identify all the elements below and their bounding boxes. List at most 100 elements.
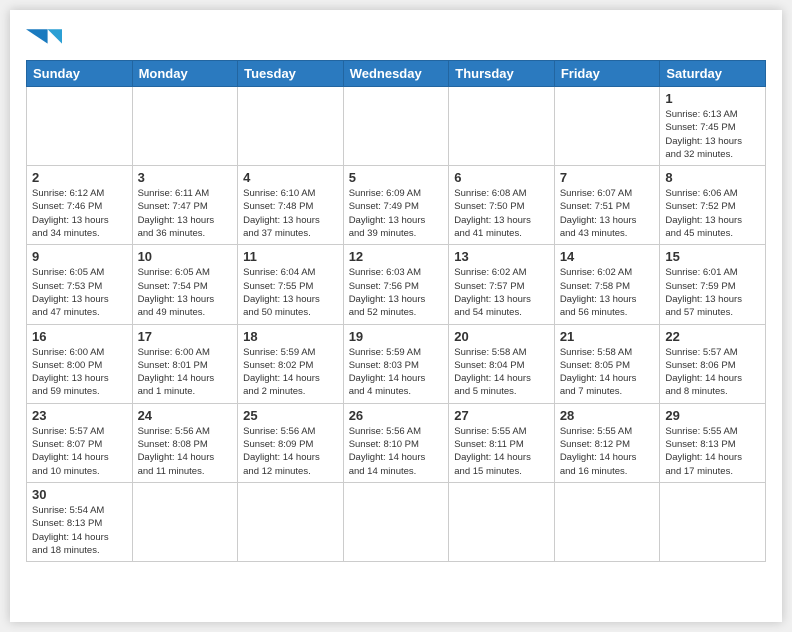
weekday-header-tuesday: Tuesday bbox=[238, 61, 344, 87]
day-number: 29 bbox=[665, 408, 760, 423]
calendar-container: SundayMondayTuesdayWednesdayThursdayFrid… bbox=[10, 10, 782, 622]
day-number: 21 bbox=[560, 329, 655, 344]
day-info: Sunrise: 6:08 AM Sunset: 7:50 PM Dayligh… bbox=[454, 187, 549, 240]
day-number: 23 bbox=[32, 408, 127, 423]
weekday-header-thursday: Thursday bbox=[449, 61, 555, 87]
day-cell: 18 Sunrise: 5:59 AM Sunset: 8:02 PM Dayli… bbox=[238, 324, 344, 403]
week-row-3: 16 Sunrise: 6:00 AM Sunset: 8:00 PM Dayli… bbox=[27, 324, 766, 403]
day-info: Sunrise: 6:12 AM Sunset: 7:46 PM Dayligh… bbox=[32, 187, 127, 240]
day-number: 3 bbox=[138, 170, 233, 185]
day-cell: 11 Sunrise: 6:04 AM Sunset: 7:55 PM Dayli… bbox=[238, 245, 344, 324]
day-cell: 28 Sunrise: 5:55 AM Sunset: 8:12 PM Dayli… bbox=[554, 403, 660, 482]
day-number: 1 bbox=[665, 91, 760, 106]
week-row-2: 9 Sunrise: 6:05 AM Sunset: 7:53 PM Daylig… bbox=[27, 245, 766, 324]
day-cell: 13Sunrise: 6:02 AM Sunset: 7:57 PM Dayli… bbox=[449, 245, 555, 324]
day-info: Sunrise: 6:05 AM Sunset: 7:54 PM Dayligh… bbox=[138, 266, 233, 319]
day-info: Sunrise: 5:56 AM Sunset: 8:09 PM Dayligh… bbox=[243, 425, 338, 478]
day-cell: 20 Sunrise: 5:58 AM Sunset: 8:04 PM Dayli… bbox=[449, 324, 555, 403]
day-number: 22 bbox=[665, 329, 760, 344]
day-cell bbox=[132, 482, 238, 561]
weekday-header-friday: Friday bbox=[554, 61, 660, 87]
day-cell: 4 Sunrise: 6:10 AM Sunset: 7:48 PM Daylig… bbox=[238, 166, 344, 245]
day-cell: 9 Sunrise: 6:05 AM Sunset: 7:53 PM Daylig… bbox=[27, 245, 133, 324]
day-number: 19 bbox=[349, 329, 444, 344]
day-info: Sunrise: 5:54 AM Sunset: 8:13 PM Dayligh… bbox=[32, 504, 127, 557]
day-cell: 7Sunrise: 6:07 AM Sunset: 7:51 PM Daylig… bbox=[554, 166, 660, 245]
day-cell bbox=[449, 482, 555, 561]
day-cell: 24 Sunrise: 5:56 AM Sunset: 8:08 PM Dayli… bbox=[132, 403, 238, 482]
day-info: Sunrise: 6:01 AM Sunset: 7:59 PM Dayligh… bbox=[665, 266, 760, 319]
day-number: 24 bbox=[138, 408, 233, 423]
day-info: Sunrise: 6:05 AM Sunset: 7:53 PM Dayligh… bbox=[32, 266, 127, 319]
day-number: 9 bbox=[32, 249, 127, 264]
week-row-5: 30 Sunrise: 5:54 AM Sunset: 8:13 PM Dayli… bbox=[27, 482, 766, 561]
day-cell: 30 Sunrise: 5:54 AM Sunset: 8:13 PM Dayli… bbox=[27, 482, 133, 561]
day-number: 5 bbox=[349, 170, 444, 185]
day-cell: 2 Sunrise: 6:12 AM Sunset: 7:46 PM Daylig… bbox=[27, 166, 133, 245]
day-cell: 27 Sunrise: 5:55 AM Sunset: 8:11 PM Dayli… bbox=[449, 403, 555, 482]
day-cell: 19 Sunrise: 5:59 AM Sunset: 8:03 PM Dayli… bbox=[343, 324, 449, 403]
day-info: Sunrise: 5:59 AM Sunset: 8:02 PM Dayligh… bbox=[243, 346, 338, 399]
day-info: Sunrise: 5:55 AM Sunset: 8:11 PM Dayligh… bbox=[454, 425, 549, 478]
day-info: Sunrise: 5:55 AM Sunset: 8:13 PM Dayligh… bbox=[665, 425, 760, 478]
weekday-header-saturday: Saturday bbox=[660, 61, 766, 87]
day-info: Sunrise: 6:11 AM Sunset: 7:47 PM Dayligh… bbox=[138, 187, 233, 240]
day-info: Sunrise: 6:06 AM Sunset: 7:52 PM Dayligh… bbox=[665, 187, 760, 240]
weekday-header-monday: Monday bbox=[132, 61, 238, 87]
day-number: 26 bbox=[349, 408, 444, 423]
day-cell: 14 Sunrise: 6:02 AM Sunset: 7:58 PM Dayli… bbox=[554, 245, 660, 324]
day-cell: 22 Sunrise: 5:57 AM Sunset: 8:06 PM Dayli… bbox=[660, 324, 766, 403]
day-info: Sunrise: 6:10 AM Sunset: 7:48 PM Dayligh… bbox=[243, 187, 338, 240]
day-info: Sunrise: 5:58 AM Sunset: 8:04 PM Dayligh… bbox=[454, 346, 549, 399]
day-number: 8 bbox=[665, 170, 760, 185]
day-number: 28 bbox=[560, 408, 655, 423]
day-cell: 1 Sunrise: 6:13 AM Sunset: 7:45 PM Daylig… bbox=[660, 87, 766, 166]
day-cell: 12 Sunrise: 6:03 AM Sunset: 7:56 PM Dayli… bbox=[343, 245, 449, 324]
day-cell: 10 Sunrise: 6:05 AM Sunset: 7:54 PM Dayli… bbox=[132, 245, 238, 324]
day-info: Sunrise: 6:00 AM Sunset: 8:00 PM Dayligh… bbox=[32, 346, 127, 399]
day-info: Sunrise: 6:03 AM Sunset: 7:56 PM Dayligh… bbox=[349, 266, 444, 319]
day-info: Sunrise: 5:56 AM Sunset: 8:08 PM Dayligh… bbox=[138, 425, 233, 478]
day-number: 12 bbox=[349, 249, 444, 264]
day-cell bbox=[27, 87, 133, 166]
day-cell: 5Sunrise: 6:09 AM Sunset: 7:49 PM Daylig… bbox=[343, 166, 449, 245]
day-cell bbox=[343, 482, 449, 561]
day-number: 17 bbox=[138, 329, 233, 344]
day-cell: 8 Sunrise: 6:06 AM Sunset: 7:52 PM Daylig… bbox=[660, 166, 766, 245]
weekday-header-wednesday: Wednesday bbox=[343, 61, 449, 87]
day-info: Sunrise: 6:13 AM Sunset: 7:45 PM Dayligh… bbox=[665, 108, 760, 161]
day-info: Sunrise: 6:04 AM Sunset: 7:55 PM Dayligh… bbox=[243, 266, 338, 319]
day-number: 30 bbox=[32, 487, 127, 502]
day-number: 18 bbox=[243, 329, 338, 344]
week-row-4: 23 Sunrise: 5:57 AM Sunset: 8:07 PM Dayli… bbox=[27, 403, 766, 482]
week-row-0: 1 Sunrise: 6:13 AM Sunset: 7:45 PM Daylig… bbox=[27, 87, 766, 166]
day-number: 10 bbox=[138, 249, 233, 264]
day-cell bbox=[449, 87, 555, 166]
day-cell bbox=[238, 87, 344, 166]
calendar-table: SundayMondayTuesdayWednesdayThursdayFrid… bbox=[26, 60, 766, 562]
day-number: 20 bbox=[454, 329, 549, 344]
header bbox=[26, 26, 766, 52]
week-row-1: 2 Sunrise: 6:12 AM Sunset: 7:46 PM Daylig… bbox=[27, 166, 766, 245]
day-info: Sunrise: 5:56 AM Sunset: 8:10 PM Dayligh… bbox=[349, 425, 444, 478]
day-number: 25 bbox=[243, 408, 338, 423]
weekday-header-sunday: Sunday bbox=[27, 61, 133, 87]
day-number: 16 bbox=[32, 329, 127, 344]
day-number: 15 bbox=[665, 249, 760, 264]
day-cell: 15 Sunrise: 6:01 AM Sunset: 7:59 PM Dayli… bbox=[660, 245, 766, 324]
day-info: Sunrise: 5:57 AM Sunset: 8:07 PM Dayligh… bbox=[32, 425, 127, 478]
day-cell: 29 Sunrise: 5:55 AM Sunset: 8:13 PM Dayli… bbox=[660, 403, 766, 482]
day-number: 2 bbox=[32, 170, 127, 185]
day-info: Sunrise: 5:57 AM Sunset: 8:06 PM Dayligh… bbox=[665, 346, 760, 399]
day-info: Sunrise: 6:02 AM Sunset: 7:58 PM Dayligh… bbox=[560, 266, 655, 319]
day-number: 11 bbox=[243, 249, 338, 264]
day-number: 27 bbox=[454, 408, 549, 423]
day-cell: 3 Sunrise: 6:11 AM Sunset: 7:47 PM Daylig… bbox=[132, 166, 238, 245]
day-number: 14 bbox=[560, 249, 655, 264]
day-info: Sunrise: 5:59 AM Sunset: 8:03 PM Dayligh… bbox=[349, 346, 444, 399]
day-cell: 23 Sunrise: 5:57 AM Sunset: 8:07 PM Dayli… bbox=[27, 403, 133, 482]
day-info: Sunrise: 5:55 AM Sunset: 8:12 PM Dayligh… bbox=[560, 425, 655, 478]
day-cell bbox=[554, 87, 660, 166]
weekday-header-row: SundayMondayTuesdayWednesdayThursdayFrid… bbox=[27, 61, 766, 87]
day-number: 4 bbox=[243, 170, 338, 185]
